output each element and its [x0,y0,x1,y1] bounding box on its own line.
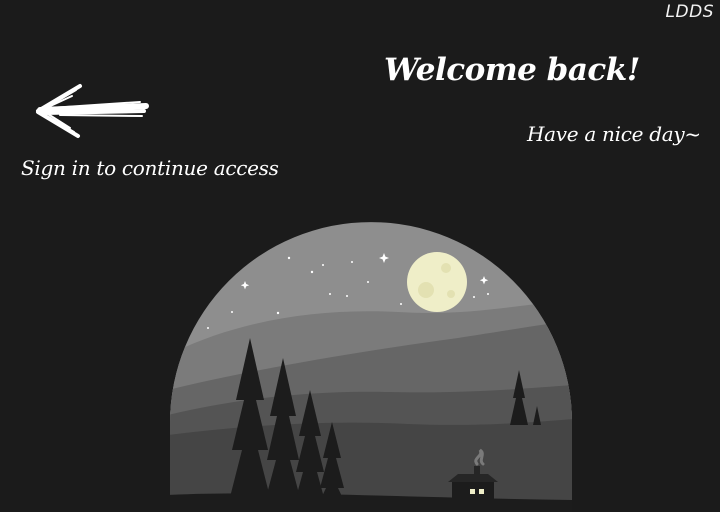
arrow-left-icon[interactable] [30,80,152,140]
welcome-title: Welcome back! [384,52,640,88]
brand-logo-text: LDDS [665,2,714,22]
signin-prompt: Sign in to continue access [21,156,279,180]
welcome-subtitle: Have a nice day~ [527,122,701,146]
night-landscape-illustration [170,222,572,512]
